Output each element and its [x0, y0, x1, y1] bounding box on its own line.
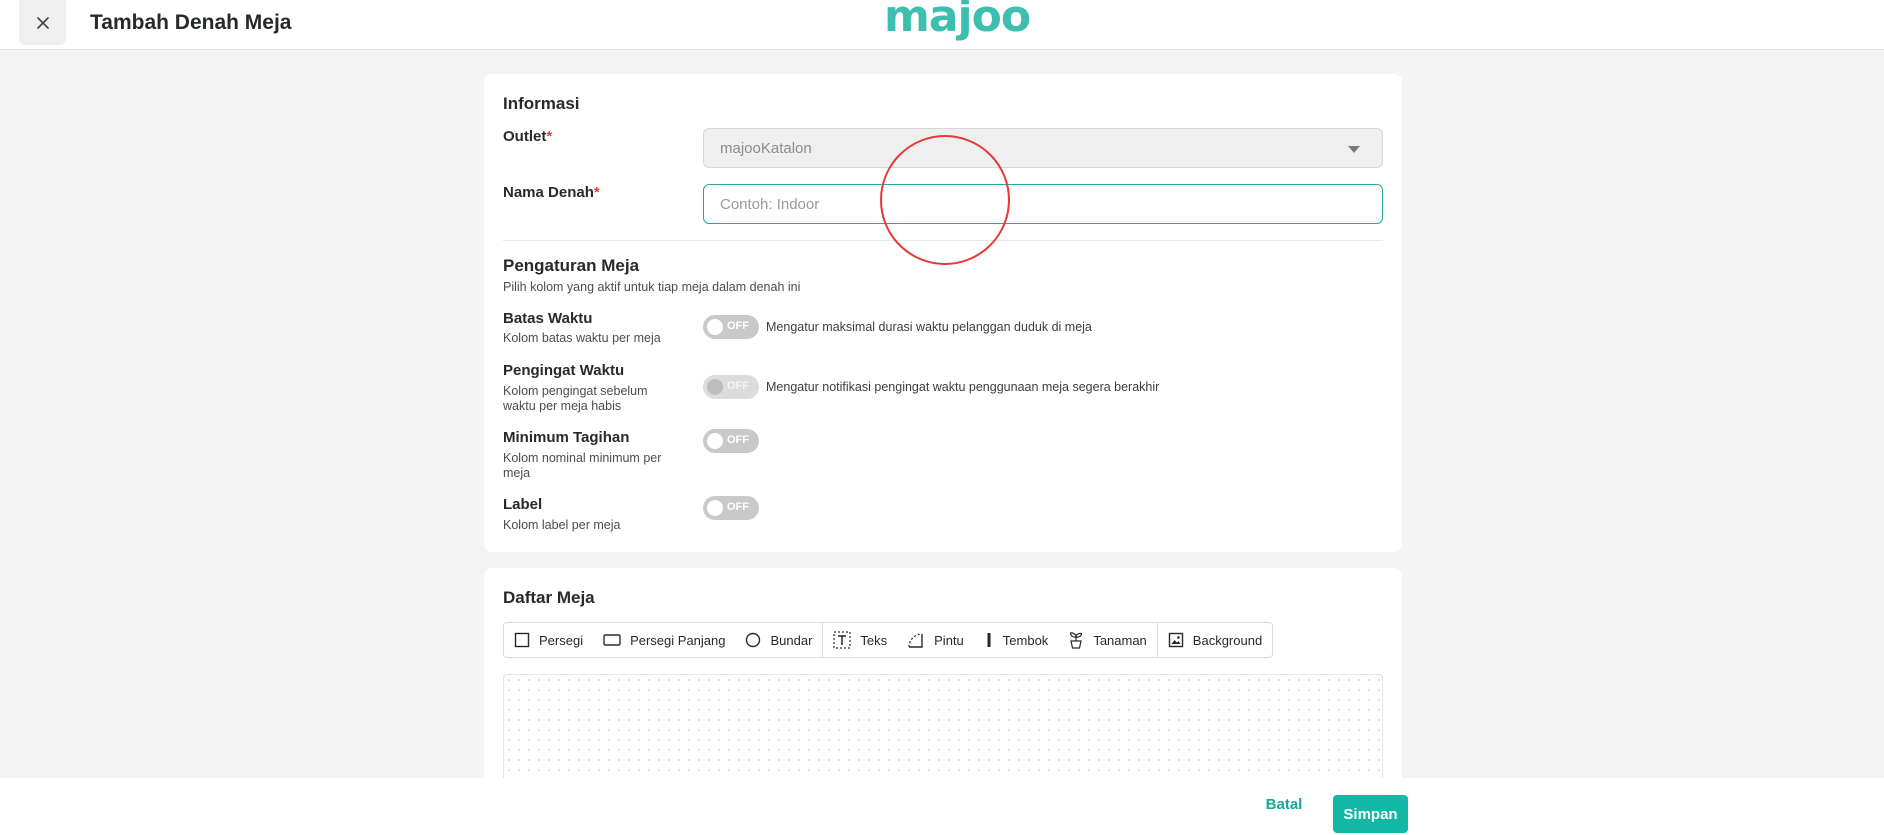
toggle-state: OFF — [727, 320, 749, 332]
required-mark: * — [546, 128, 553, 145]
pengingat-waktu-toggle-desc: Mengatur notifikasi pengingat waktu peng… — [766, 380, 1160, 394]
door-icon — [908, 633, 923, 648]
save-button[interactable]: Simpan — [1333, 795, 1408, 833]
daftar-meja-title: Daftar Meja — [503, 588, 595, 607]
tool-label: Persegi Panjang — [630, 632, 726, 648]
page-title: Tambah Denah Meja — [90, 11, 292, 34]
circle-icon — [746, 632, 761, 648]
top-bar: Tambah Denah Meja majoo — [0, 0, 1884, 50]
chevron-down-icon — [1348, 146, 1360, 153]
minimum-tagihan-toggle[interactable]: OFF — [703, 429, 759, 453]
tool-background[interactable]: Background — [1158, 623, 1272, 657]
tool-label: Background — [1192, 632, 1263, 648]
pengingat-waktu-toggle[interactable]: OFF — [703, 375, 759, 399]
outlet-select[interactable]: majooKatalon — [703, 128, 1383, 168]
info-card: Informasi Outlet* majooKatalon Nama Dena… — [484, 74, 1402, 552]
section-divider — [503, 240, 1383, 241]
bottom-action-bar: Batal Simpan — [0, 778, 1884, 835]
image-icon — [1168, 632, 1183, 648]
informasi-title: Informasi — [503, 94, 580, 113]
floor-plan-canvas[interactable] — [503, 674, 1383, 788]
shape-toolbar: Persegi Persegi Panjang Bundar Teks Pint… — [503, 622, 1274, 658]
batas-waktu-desc: Kolom batas waktu per meja — [503, 331, 661, 345]
batas-waktu-toggle-desc: Mengatur maksimal durasi waktu pelanggan… — [766, 320, 1092, 334]
toggle-knob — [707, 379, 723, 395]
tool-pintu[interactable]: Pintu — [897, 623, 974, 657]
required-mark: * — [593, 184, 600, 201]
pengaturan-subtitle: Pilih kolom yang aktif untuk tiap meja d… — [503, 280, 801, 294]
tool-label: Persegi — [539, 632, 584, 648]
tool-label: Teks — [860, 632, 888, 648]
plant-icon — [1070, 632, 1083, 649]
toggle-knob — [707, 433, 723, 449]
majoo-logo: majoo — [884, 0, 1031, 42]
daftar-meja-card: Daftar Meja Persegi Persegi Panjang Bund… — [484, 568, 1402, 788]
cancel-button[interactable]: Batal — [1256, 796, 1312, 816]
outlet-select-value: majooKatalon — [720, 140, 812, 157]
toggle-state: OFF — [727, 434, 749, 446]
nama-denah-label-text: Nama Denah — [503, 184, 594, 201]
toggle-state: OFF — [727, 501, 749, 513]
rectangle-icon — [603, 634, 621, 646]
nama-denah-input[interactable] — [703, 184, 1383, 224]
nama-denah-label: Nama Denah* — [503, 184, 600, 201]
label-toggle[interactable]: OFF — [703, 496, 759, 520]
label-title: Label — [503, 496, 543, 513]
minimum-tagihan-desc: Kolom nominal minimum per meja — [503, 451, 662, 480]
wall-icon — [987, 633, 991, 647]
tool-label: Bundar — [770, 632, 813, 648]
batas-waktu-title: Batas Waktu — [503, 310, 593, 327]
close-icon — [36, 16, 49, 29]
toggle-knob — [707, 319, 723, 335]
tool-bundar[interactable]: Bundar — [735, 623, 822, 657]
label-desc: Kolom label per meja — [503, 518, 621, 532]
toggle-state: OFF — [727, 380, 749, 392]
toggle-knob — [707, 500, 723, 516]
text-icon — [833, 631, 852, 649]
minimum-tagihan-title: Minimum Tagihan — [503, 429, 630, 446]
close-button[interactable] — [19, 0, 66, 45]
square-icon — [514, 632, 530, 648]
pengingat-waktu-desc: Kolom pengingat sebelum waktu per meja h… — [503, 384, 648, 413]
tool-teks[interactable]: Teks — [823, 623, 897, 657]
pengingat-waktu-title: Pengingat Waktu — [503, 362, 625, 379]
tool-label: Tembok — [1002, 632, 1049, 648]
batas-waktu-toggle[interactable]: OFF — [703, 315, 759, 339]
tool-persegi[interactable]: Persegi — [504, 623, 593, 657]
outlet-label-text: Outlet — [503, 128, 547, 145]
outlet-label: Outlet* — [503, 128, 552, 145]
tool-persegi-panjang[interactable]: Persegi Panjang — [593, 623, 735, 657]
tool-tanaman[interactable]: Tanaman — [1058, 623, 1156, 657]
tool-label: Pintu — [934, 632, 964, 648]
tool-tembok[interactable]: Tembok — [974, 623, 1059, 657]
pengaturan-title: Pengaturan Meja — [503, 256, 640, 275]
tool-label: Tanaman — [1093, 632, 1147, 648]
